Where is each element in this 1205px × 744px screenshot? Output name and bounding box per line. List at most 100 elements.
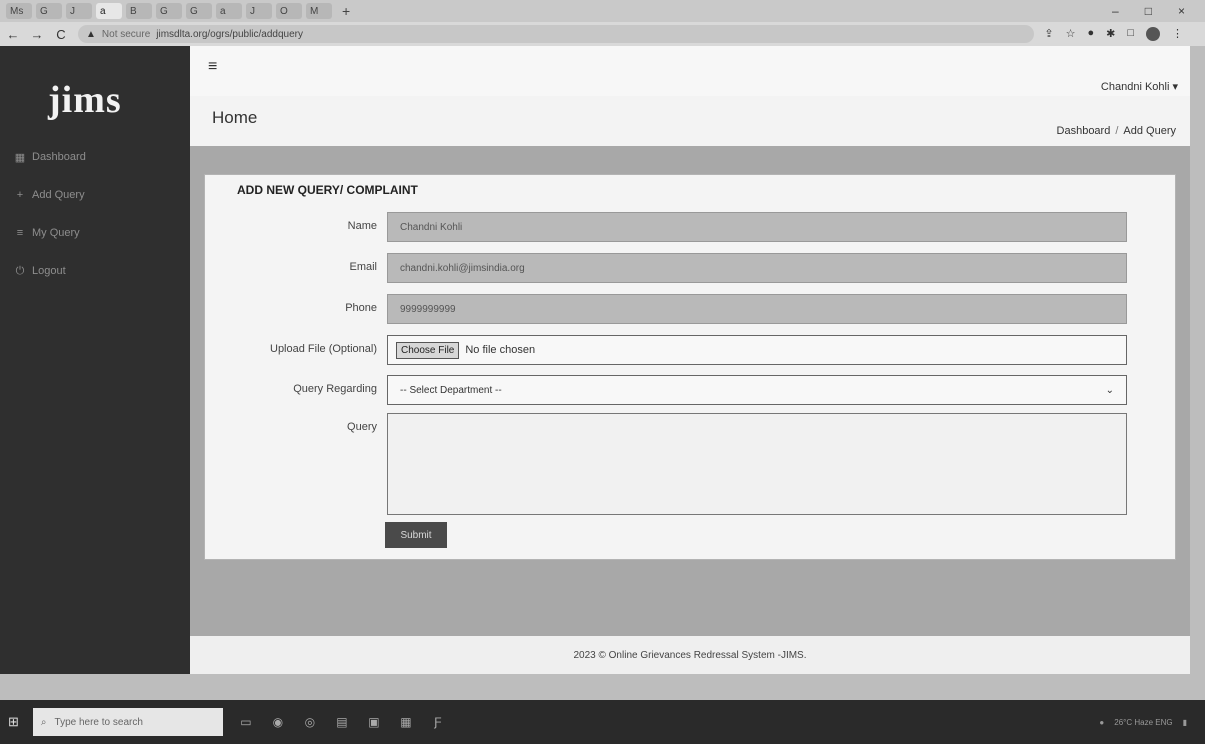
upload-label: Upload File (Optional) <box>270 343 377 355</box>
back-button[interactable]: ← <box>6 27 20 42</box>
department-row: Query Regarding -- Select Department -- … <box>205 375 1177 405</box>
browser-tab[interactable]: J <box>66 3 92 19</box>
browser-tab[interactable]: G <box>186 3 212 19</box>
file-status: No file chosen <box>465 344 536 356</box>
department-select[interactable]: -- Select Department -- ⌄ <box>387 375 1127 405</box>
windows-taskbar: ⊞ ⌕ Type here to search ▭ ◉ ◎ ▤ ▣ ▦ Ƒ ● … <box>0 700 1205 744</box>
hamburger-menu-icon[interactable]: ≡ <box>208 58 217 76</box>
chevron-down-icon: ⌄ <box>1105 384 1114 396</box>
upload-row: Upload File (Optional) Choose File No fi… <box>205 335 1177 365</box>
share-icon[interactable]: ⇪ <box>1044 27 1053 41</box>
task-view-icon[interactable]: ▭ <box>237 715 255 729</box>
choose-file-button[interactable]: Choose File <box>396 341 460 359</box>
bookmark-star-icon[interactable]: ☆ <box>1066 27 1076 41</box>
browser-tab[interactable]: M <box>306 3 332 19</box>
main-content: ≡ Chandni Kohli ▾ Home Dashboard / Add Que… <box>190 46 1190 674</box>
breadcrumb-current: Add Query <box>1123 125 1176 137</box>
sidebar-item-label: Add Query <box>32 189 85 201</box>
store-icon[interactable]: ▣ <box>365 715 383 729</box>
name-input[interactable]: Chandni Kohli <box>387 212 1127 242</box>
url-text: jimsdlta.org/ogrs/public/addquery <box>156 28 304 40</box>
file-input: Choose File No file chosen <box>387 335 1127 365</box>
submit-button[interactable]: Submit <box>385 522 447 548</box>
notification-icon[interactable]: ▮ <box>1183 718 1187 727</box>
tray-status-text: 26°C Haze ENG <box>1114 717 1173 727</box>
caret-down-icon: ▾ <box>1172 81 1178 93</box>
taskbar-search-box[interactable]: ⌕ Type here to search <box>32 708 223 736</box>
browser-tab[interactable]: B <box>126 3 152 19</box>
phone-label: Phone <box>345 302 377 314</box>
forward-button[interactable]: → <box>30 27 44 42</box>
email-label: Email <box>349 261 377 273</box>
top-navbar: ≡ Chandni Kohli ▾ <box>190 46 1190 96</box>
excel-icon[interactable]: ▦ <box>397 715 415 729</box>
browser-tab-bar: Ms G J a B G G a J O M + – □ × <box>0 0 1205 22</box>
browser-extensions: ⇪ ☆ ● ✱ □ ⋮ <box>1044 27 1199 41</box>
edge-icon[interactable]: ◉ <box>269 715 287 729</box>
url-bar[interactable]: ▲ Not secure jimsdlta.org/ogrs/public/ad… <box>78 25 1035 43</box>
browser-tab[interactable]: a <box>216 3 242 19</box>
sidebar-item-logout[interactable]: ⏻ Logout <box>14 252 86 290</box>
name-label: Name <box>347 220 377 232</box>
file-explorer-icon[interactable]: ▤ <box>333 715 351 729</box>
query-row: Query <box>205 413 1177 515</box>
kebab-menu-icon[interactable]: ⋮ <box>1172 27 1183 41</box>
logout-icon: ⏻ <box>15 264 25 277</box>
user-name: Chandni Kohli <box>1100 81 1170 93</box>
browser-tab-active[interactable]: a <box>96 3 122 19</box>
puzzle-icon[interactable]: ✱ <box>1106 27 1115 41</box>
add-query-card: ADD NEW QUERY/ COMPLAINT Name Chandni Ko… <box>204 174 1176 560</box>
sidebar-menu: ▦ Dashboard + Add Query ≡ My Query ⏻ Log… <box>14 138 86 290</box>
reload-button[interactable]: C <box>54 27 68 42</box>
window-controls: – □ × <box>1112 4 1205 18</box>
add-icon: + <box>16 189 24 201</box>
chrome-icon[interactable]: ◎ <box>301 715 319 729</box>
browser-tab[interactable]: Ms <box>6 3 32 19</box>
minimize-button[interactable]: – <box>1112 4 1119 18</box>
department-selected-value: -- Select Department -- <box>400 384 502 396</box>
query-label: Query <box>347 421 377 433</box>
weather-icon[interactable]: ● <box>1099 718 1104 727</box>
maximize-button[interactable]: □ <box>1145 4 1152 18</box>
sidebar: jims ▦ Dashboard + Add Query ≡ My Query … <box>0 46 190 674</box>
close-window-button[interactable]: × <box>1178 4 1185 18</box>
dashboard-icon: ▦ <box>14 151 26 164</box>
system-tray: ● 26°C Haze ENG ▮ <box>1099 718 1205 727</box>
name-row: Name Chandni Kohli <box>205 212 1177 242</box>
form-title: ADD NEW QUERY/ COMPLAINT <box>237 183 418 197</box>
phone-input[interactable]: 9999999999 <box>387 294 1127 324</box>
browser-tab[interactable]: G <box>156 3 182 19</box>
browser-tab[interactable]: J <box>246 3 272 19</box>
sidebar-item-label: Logout <box>32 265 66 277</box>
footer: 2023 © Online Grievances Redressal Syste… <box>190 636 1190 674</box>
search-icon: ⌕ <box>40 716 47 728</box>
extension-icon[interactable]: ● <box>1087 27 1094 41</box>
phone-row: Phone 9999999999 <box>205 294 1177 324</box>
browser-tab[interactable]: O <box>276 3 302 19</box>
search-placeholder: Type here to search <box>54 716 143 728</box>
browser-address-bar: ← → C ▲ Not secure jimsdlta.org/ogrs/pub… <box>0 22 1205 46</box>
sidebar-item-my-query[interactable]: ≡ My Query <box>14 214 86 252</box>
query-regarding-label: Query Regarding <box>293 383 377 395</box>
page-title: Home <box>212 108 258 127</box>
new-tab-button[interactable]: + <box>342 3 350 19</box>
sidebar-item-dashboard[interactable]: ▦ Dashboard <box>14 138 86 176</box>
footer-text: 2023 © Online Grievances Redressal Syste… <box>573 650 807 661</box>
user-menu[interactable]: Chandni Kohli ▾ <box>1101 80 1178 93</box>
security-label: Not secure <box>101 28 151 40</box>
sidebar-item-add-query[interactable]: + Add Query <box>14 176 86 214</box>
breadcrumb-separator: / <box>1115 125 1119 137</box>
breadcrumb-link-dashboard[interactable]: Dashboard <box>1057 125 1111 137</box>
list-icon: ≡ <box>16 227 24 239</box>
query-textarea[interactable] <box>387 413 1127 515</box>
warning-icon: ▲ <box>86 28 96 40</box>
filezilla-icon[interactable]: Ƒ <box>429 715 447 729</box>
jims-logo[interactable]: jims <box>48 78 122 122</box>
breadcrumb: Dashboard / Add Query <box>1057 125 1176 137</box>
email-input[interactable]: chandni.kohli@jimsindia.org <box>387 253 1127 283</box>
browser-tab[interactable]: G <box>36 3 62 19</box>
email-row: Email chandni.kohli@jimsindia.org <box>205 253 1177 283</box>
sidebar-toggle-icon[interactable]: □ <box>1127 27 1134 41</box>
profile-avatar[interactable] <box>1146 27 1160 41</box>
windows-start-icon[interactable]: ⊞ <box>8 714 19 730</box>
